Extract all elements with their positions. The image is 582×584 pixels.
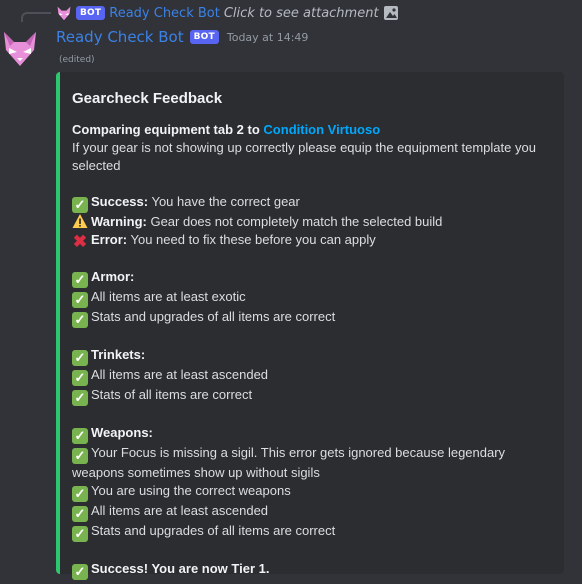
reply-spine [21,12,51,22]
reply-preview-text[interactable]: Click to see attachment [224,6,379,21]
list-item: ✓ Stats and upgrades of all items are cor… [72,308,552,328]
embed-description: Comparing equipment tab 2 to Condition V… [72,121,552,580]
avatar[interactable] [0,28,40,68]
reply-username[interactable]: Ready Check Bot [109,6,220,21]
username[interactable]: Ready Check Bot [56,28,184,46]
check-icon: ✓ [72,370,88,386]
check-icon: ✓ [72,197,88,213]
check-icon: ✓ [72,312,88,328]
list-item: ✓ All items are at least ascended [72,502,552,522]
check-icon: ✓ [72,350,88,366]
section-armor-heading: ✓ Armor: [72,268,552,288]
timestamp[interactable]: Today at 14:49 [227,31,309,44]
comparing-line: Comparing equipment tab 2 to Condition V… [72,121,552,139]
warning-icon [72,213,88,229]
instruction-text: If your gear is not showing up correctly… [72,140,536,173]
list-item: ✓ Stats and upgrades of all items are cor… [72,522,552,542]
check-icon: ✓ [72,390,88,406]
final-result: ✓ Success! You are now Tier 1. [72,560,552,580]
list-item: ✓ All items are at least exotic [72,288,552,308]
list-item: ✓ You are using the correct weapons [72,482,552,502]
message-header: Ready Check Bot BOT Today at 14:49 [56,28,308,46]
check-icon: ✓ [72,526,88,542]
list-item: ✓ All items are at least ascended [72,366,552,386]
list-item: ✓ Your Focus is missing a sigil. This err… [72,445,506,480]
list-item: ✓ Stats of all items are correct [72,386,552,406]
legend-success: ✓ Success: You have the correct gear [72,193,552,213]
check-icon: ✓ [72,292,88,308]
check-icon: ✓ [72,486,88,502]
bot-avatar-small-icon[interactable] [56,5,72,21]
cross-icon: ✖ [72,232,88,251]
image-icon[interactable] [383,5,399,21]
embed: Gearcheck Feedback Comparing equipment t… [56,72,564,580]
check-icon: ✓ [72,506,88,522]
bot-tag: BOT [189,30,219,44]
section-weapons-heading: ✓ Weapons: [72,424,552,444]
check-icon: ✓ [72,448,88,464]
legend-warning: Warning: Gear does not completely match … [72,213,552,231]
comparing-prefix: Comparing equipment tab 2 to [72,122,260,137]
edited-label: (edited) [59,55,95,65]
legend-error: ✖ Error: You need to fix these before you… [72,232,376,251]
check-icon: ✓ [72,428,88,444]
section-trinkets-heading: ✓ Trinkets: [72,346,552,366]
reply-bot-tag: BOT [76,6,106,20]
embed-title: Gearcheck Feedback [72,90,223,107]
reply-reference[interactable]: BOT Ready Check Bot Click to see attachm… [56,4,399,22]
check-icon: ✓ [72,272,88,288]
build-link[interactable]: Condition Virtuoso [263,122,380,137]
check-icon: ✓ [72,564,88,580]
chat-message: BOT Ready Check Bot Click to see attachm… [0,0,582,584]
